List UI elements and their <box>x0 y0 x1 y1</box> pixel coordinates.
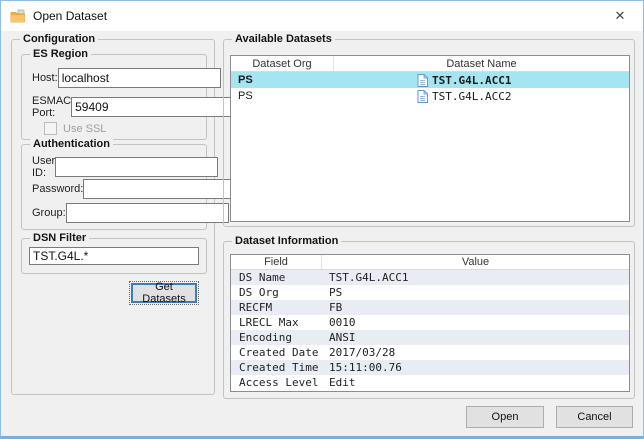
info-value-cell: 2017/03/28 <box>321 346 629 359</box>
available-datasets-group: Available Datasets Dataset Org Dataset N… <box>223 39 635 227</box>
info-row: LRECL Max0010 <box>231 315 629 330</box>
get-datasets-button[interactable]: Get Datasets <box>131 283 197 303</box>
info-row: RECFMFB <box>231 300 629 315</box>
dataset-folder-icon <box>10 8 26 24</box>
info-field-cell: Encoding <box>231 331 321 344</box>
document-icon <box>417 74 428 87</box>
dataset-name-cell[interactable]: TST.G4L.ACC2 <box>333 90 629 103</box>
es-region-group: ES Region Host: ESMAC Port: Use SSL <box>21 54 207 140</box>
column-header-field: Field <box>231 255 321 269</box>
password-label: Password: <box>32 183 83 195</box>
user-id-input[interactable] <box>55 157 218 177</box>
authentication-group-label: Authentication <box>30 138 113 150</box>
dataset-information-group: Dataset Information Field Value DS NameT… <box>223 241 635 399</box>
info-row: Created Date2017/03/28 <box>231 345 629 360</box>
info-field-cell: Access Level <box>231 376 321 389</box>
info-value-cell: FB <box>321 301 629 314</box>
info-row: DS NameTST.G4L.ACC1 <box>231 270 629 285</box>
es-region-group-label: ES Region <box>30 48 91 60</box>
available-datasets-group-label: Available Datasets <box>232 33 335 45</box>
dataset-name-text: TST.G4L.ACC1 <box>432 74 511 87</box>
dataset-name-text: TST.G4L.ACC2 <box>432 90 511 103</box>
authentication-group: Authentication User ID: Password: Group: <box>21 144 207 230</box>
use-ssl-checkbox[interactable]: Use SSL <box>44 122 106 135</box>
info-field-cell: DS Name <box>231 271 321 284</box>
checkbox-icon <box>44 122 57 135</box>
column-header-dataset-name[interactable]: Dataset Name <box>333 56 629 71</box>
info-field-cell: Created Date <box>231 346 321 359</box>
dsn-filter-group-label: DSN Filter <box>30 232 89 244</box>
dsn-filter-input[interactable] <box>29 247 199 265</box>
info-row: DS OrgPS <box>231 285 629 300</box>
info-row: Access LevelEdit <box>231 375 629 390</box>
configuration-group-label: Configuration <box>20 33 98 45</box>
window-title: Open Dataset <box>33 9 107 23</box>
user-id-label: User ID: <box>32 155 55 179</box>
group-input[interactable] <box>66 203 229 223</box>
host-label: Host: <box>32 72 58 84</box>
available-datasets-list-header[interactable]: Dataset Org Dataset Name <box>231 56 629 72</box>
open-dataset-dialog: Open Dataset ✕ Configuration ES Region H… <box>0 0 644 439</box>
open-button[interactable]: Open <box>466 406 544 428</box>
titlebar: Open Dataset ✕ <box>1 1 643 31</box>
close-icon[interactable]: ✕ <box>597 1 643 31</box>
esmac-port-input[interactable] <box>71 97 234 117</box>
dataset-information-group-label: Dataset Information <box>232 235 341 247</box>
dataset-information-table-body: DS NameTST.G4L.ACC1DS OrgPSRECFMFBLRECL … <box>231 270 629 390</box>
info-value-cell: 15:11:00.76 <box>321 361 629 374</box>
info-value-cell: TST.G4L.ACC1 <box>321 271 629 284</box>
dataset-row[interactable]: PS TST.G4L.ACC1 <box>231 72 629 88</box>
info-field-cell: LRECL Max <box>231 316 321 329</box>
column-header-dataset-org[interactable]: Dataset Org <box>231 56 333 71</box>
dsn-filter-group: DSN Filter <box>21 238 207 274</box>
info-value-cell: ANSI <box>321 331 629 344</box>
password-input[interactable] <box>83 179 246 199</box>
dataset-org-cell[interactable]: PS <box>231 74 333 86</box>
use-ssl-label: Use SSL <box>63 123 106 135</box>
available-datasets-list[interactable]: Dataset Org Dataset Name PSTST.G4L.ACC1P… <box>230 55 630 222</box>
info-value-cell: PS <box>321 286 629 299</box>
info-row: EncodingANSI <box>231 330 629 345</box>
column-header-value: Value <box>321 255 629 269</box>
info-value-cell: 0010 <box>321 316 629 329</box>
dataset-name-cell[interactable]: TST.G4L.ACC1 <box>333 74 629 87</box>
dataset-information-table: Field Value DS NameTST.G4L.ACC1DS OrgPSR… <box>230 254 630 392</box>
info-row: Created Time15:11:00.76 <box>231 360 629 375</box>
dataset-org-cell[interactable]: PS <box>231 90 333 102</box>
info-value-cell: Edit <box>321 376 629 389</box>
cancel-button[interactable]: Cancel <box>556 406 633 428</box>
esmac-port-label: ESMAC Port: <box>32 95 71 119</box>
info-field-cell: Created Time <box>231 361 321 374</box>
dataset-information-table-header: Field Value <box>231 255 629 270</box>
document-icon <box>417 90 428 103</box>
info-field-cell: RECFM <box>231 301 321 314</box>
group-label: Group: <box>32 207 66 219</box>
configuration-group: Configuration ES Region Host: ESMAC Port… <box>11 39 215 395</box>
dataset-row[interactable]: PS TST.G4L.ACC2 <box>231 88 629 104</box>
info-field-cell: DS Org <box>231 286 321 299</box>
host-input[interactable] <box>58 68 221 88</box>
available-datasets-list-body: PS TST.G4L.ACC1 PS TST.G4L.ACC2 <box>231 72 629 104</box>
